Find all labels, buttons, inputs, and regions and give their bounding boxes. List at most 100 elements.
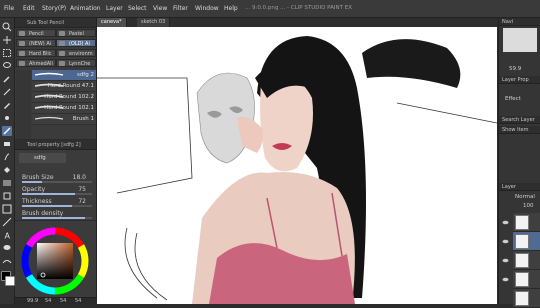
set-tab-old-ai[interactable]: (OLD) Ai: [56, 39, 96, 47]
brush-label: Hard Round 47.1: [47, 82, 94, 89]
balloon-tool-icon[interactable]: [2, 243, 12, 253]
set-tab-ahmedali[interactable]: AhmedAli: [16, 59, 56, 67]
slider-fill: [22, 181, 42, 183]
layer-property-tab[interactable]: Layer Prop: [499, 76, 540, 84]
zoom-readout: 99.9: [27, 298, 39, 304]
brush-item-hard-round-47[interactable]: Hard Round 47.1: [32, 81, 96, 92]
zoom-tool-icon[interactable]: [2, 22, 12, 32]
brush-density-slider[interactable]: [22, 217, 92, 219]
opacity-row[interactable]: Opacity 75: [22, 186, 94, 196]
menu-filter[interactable]: Filter: [173, 5, 188, 12]
select-tool-icon[interactable]: [2, 48, 12, 58]
doc-tab-sketch[interactable]: sketch 03: [137, 18, 171, 27]
menu-select[interactable]: Select: [128, 5, 147, 12]
window-title: ... 9:0.0.png ... - CLIP STUDIO PAINT EX: [245, 5, 353, 11]
eyedropper-tool-icon[interactable]: [2, 74, 12, 84]
blend-tool-icon[interactable]: [2, 152, 12, 162]
eraser-tool-icon[interactable]: [2, 139, 12, 149]
brush-item-hard-round-102-1[interactable]: Hard Round 102.1: [32, 103, 96, 114]
search-layer-tab[interactable]: Search Layer: [499, 116, 540, 124]
layer-thumbnail: [515, 234, 529, 249]
menu-layer[interactable]: Layer: [106, 5, 123, 12]
airbrush-tool-icon[interactable]: [2, 113, 12, 123]
brush-item-hard-round-102-2[interactable]: Hard Round 102.2: [32, 92, 96, 103]
brush-label: Brush 1: [72, 115, 94, 122]
set-tab-environm[interactable]: environm: [56, 49, 96, 57]
figure-tool-icon[interactable]: [2, 191, 12, 201]
sub-color-swatch[interactable]: [5, 276, 15, 286]
correct-line-tool-icon[interactable]: [2, 256, 12, 266]
brush-stroke-preview: [35, 72, 63, 76]
set-tab-lynnche[interactable]: LynnChe: [56, 59, 96, 67]
brush-size-slider[interactable]: [22, 181, 92, 183]
brush-label: Hard Round 102.1: [44, 104, 94, 111]
tool-strip: A: [0, 18, 15, 304]
brush-set-icon: [19, 61, 25, 66]
move-tool-icon[interactable]: [2, 35, 12, 45]
thickness-slider[interactable]: [22, 205, 92, 207]
sub-tool-side-strip: [16, 70, 31, 139]
brush-set-icon: [19, 51, 25, 56]
layer-row[interactable]: [513, 289, 540, 308]
layer-row[interactable]: [513, 270, 540, 289]
brush-tool-icon[interactable]: [2, 100, 12, 110]
eye-icon[interactable]: [502, 258, 509, 263]
slider-fill: [22, 205, 73, 207]
brush-label: sdfg 2: [76, 71, 94, 78]
pencil-icon: [19, 31, 25, 36]
text-tool-icon[interactable]: A: [2, 230, 12, 241]
set-tab-pencil[interactable]: Pencil: [16, 29, 56, 37]
brush-label: Hard Round 102.2: [44, 93, 94, 100]
menu-help[interactable]: Help: [224, 5, 238, 12]
size-readout-a: 54: [45, 298, 52, 304]
menu-edit[interactable]: Edit: [23, 5, 35, 12]
tool-property-title: Tool property [sdfg 2]: [27, 141, 81, 148]
menu-bar: File Edit Story(P) Animation Layer Selec…: [0, 0, 540, 18]
layer-row[interactable]: [513, 232, 540, 251]
layer-row[interactable]: [513, 213, 540, 232]
eye-icon[interactable]: [502, 220, 509, 225]
layer-blend-mode[interactable]: Normal: [515, 194, 535, 200]
lasso-tool-icon[interactable]: [2, 61, 12, 71]
eye-icon[interactable]: [502, 277, 509, 282]
layer-opacity-value[interactable]: 100: [523, 203, 534, 209]
frame-tool-icon[interactable]: [2, 204, 12, 214]
canvas[interactable]: [97, 18, 497, 304]
thickness-row[interactable]: Thickness 72: [22, 198, 94, 208]
pencil-tool-icon[interactable]: [2, 126, 12, 136]
gradient-tool-icon[interactable]: [2, 178, 12, 188]
menu-window[interactable]: Window: [195, 5, 219, 12]
set-tab-new-ai[interactable]: (NEW) Ai: [16, 39, 56, 47]
tool-property-panel: Tool property [sdfg 2] sdfg Brush Size 1…: [15, 140, 97, 220]
brush-item-brush-1[interactable]: Brush 1: [32, 114, 96, 125]
slider-fill: [22, 217, 85, 219]
layer-row[interactable]: [513, 251, 540, 270]
menu-file[interactable]: File: [4, 5, 14, 12]
fill-tool-icon[interactable]: [2, 165, 12, 175]
eye-icon[interactable]: [502, 239, 509, 244]
artwork[interactable]: [97, 18, 497, 304]
menu-animation[interactable]: Animation: [70, 5, 101, 12]
navigator-preview[interactable]: [503, 28, 537, 52]
navigator-zoom-value: 59.9: [509, 66, 522, 72]
menu-story[interactable]: Story(P): [42, 5, 66, 12]
ruler-tool-icon[interactable]: [2, 217, 12, 227]
effect-label: Effect: [505, 96, 521, 102]
right-panel: Navi 59.9 Layer Prop Effect Search Layer…: [498, 18, 540, 308]
doc-tab-canvas[interactable]: caneva*: [97, 18, 127, 27]
size-readout-b: 54: [60, 298, 67, 304]
show-item-tab[interactable]: Show Item: [499, 126, 540, 134]
navigator-tab[interactable]: Navi: [499, 18, 540, 26]
set-tab-pastel[interactable]: Pastel: [56, 29, 96, 37]
opacity-slider[interactable]: [22, 193, 92, 195]
layer-tab[interactable]: Layer: [499, 183, 540, 191]
brush-set-icon: [19, 41, 25, 46]
brush-item-sdfg-2[interactable]: sdfg 2: [32, 70, 96, 81]
brush-density-row[interactable]: Brush density: [22, 210, 94, 220]
brush-stroke-preview: [35, 116, 63, 120]
brush-size-row[interactable]: Brush Size 18.0: [22, 174, 94, 184]
menu-view[interactable]: View: [153, 5, 167, 12]
set-tab-hard-blic[interactable]: Hard Blic: [16, 49, 56, 57]
color-wheel[interactable]: [15, 221, 96, 297]
pen-tool-icon[interactable]: [2, 87, 12, 97]
